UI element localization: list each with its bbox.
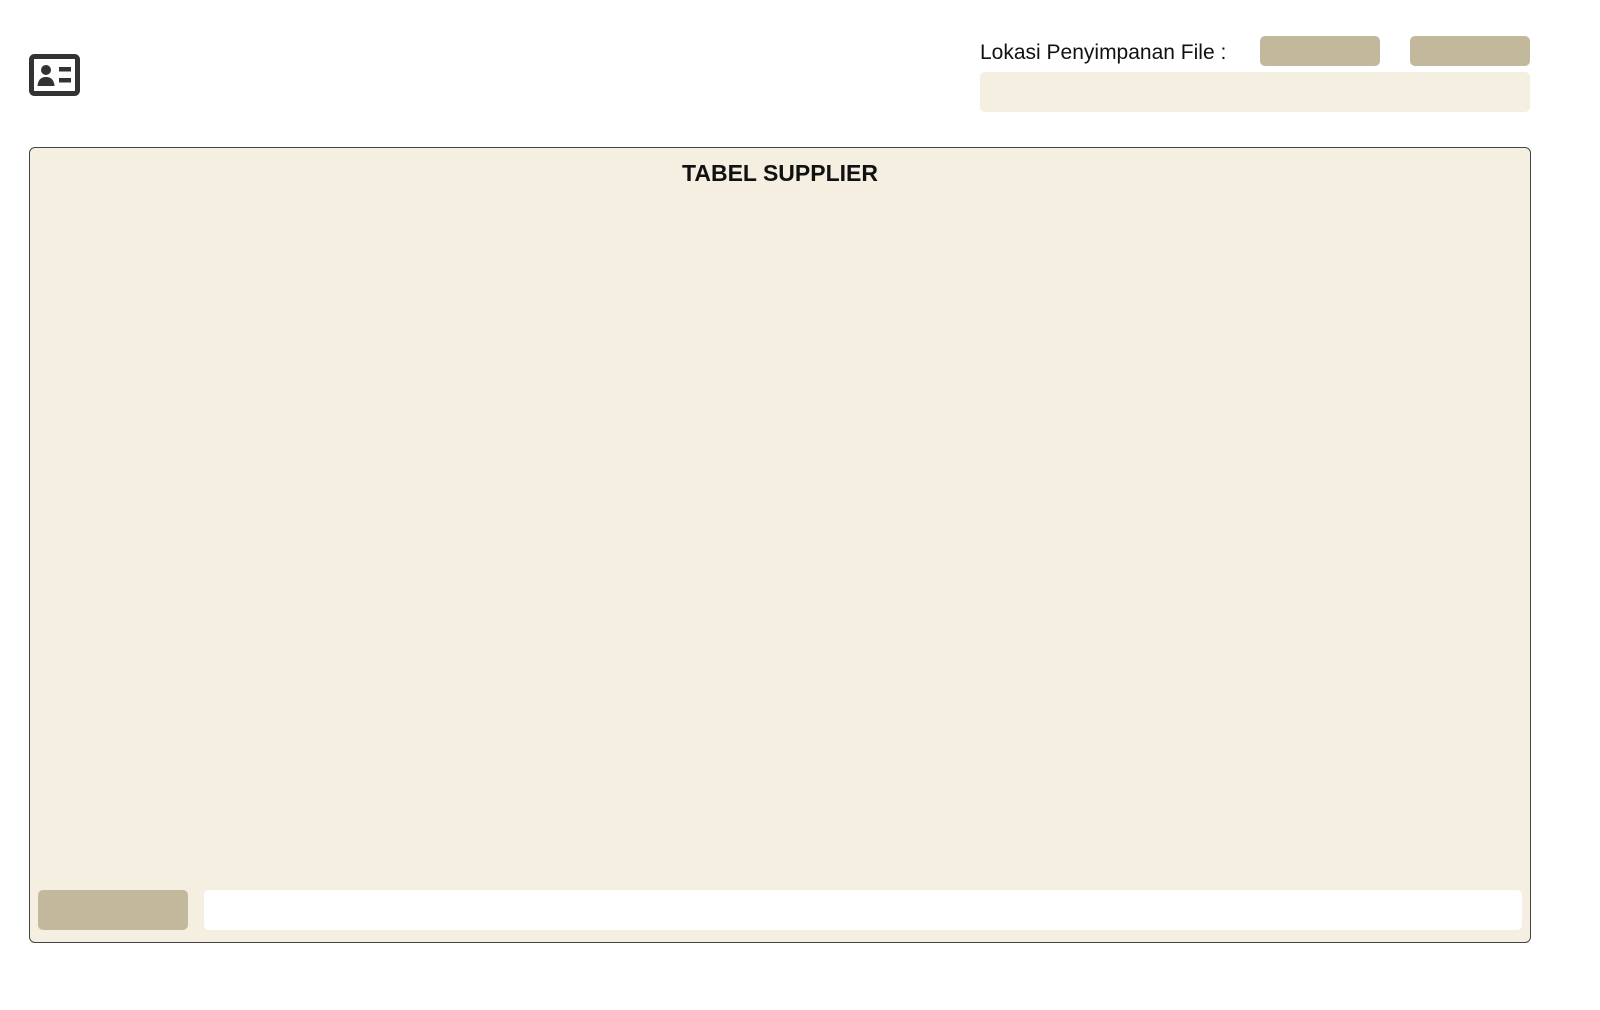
supplier-page: Lokasi Penyimpanan File : TABEL SUPPLIER	[0, 0, 1600, 1010]
contact-card-icon	[29, 54, 80, 96]
search-button[interactable]	[38, 890, 188, 930]
supplier-table-panel: TABEL SUPPLIER	[29, 147, 1531, 943]
supplier-table-body[interactable]	[38, 200, 1522, 878]
storage-path-input[interactable]	[980, 72, 1530, 112]
search-input[interactable]	[204, 890, 1522, 930]
storage-location-label: Lokasi Penyimpanan File :	[980, 41, 1227, 64]
browse-button[interactable]	[1260, 36, 1380, 66]
table-title: TABEL SUPPLIER	[682, 160, 878, 186]
save-button[interactable]	[1410, 36, 1530, 66]
